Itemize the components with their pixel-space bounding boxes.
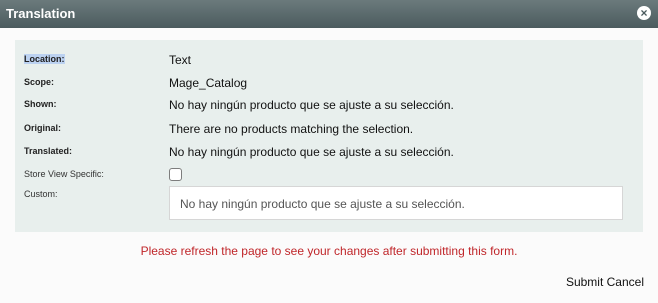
custom-label: Custom: [24,189,58,199]
refresh-notice: Please refresh the page to see your chan… [140,244,518,258]
location-value: Text [169,53,192,67]
dialog-actions: Submit Cancel [566,275,644,289]
translated-value: No hay ningún producto que se ajuste a s… [169,145,454,159]
shown-value: No hay ningún producto que se ajuste a s… [169,98,454,112]
scope-value: Mage_Catalog [169,76,248,90]
submit-button[interactable]: Submit [566,275,603,289]
translation-form: Location: Text Scope: Mage_Catalog Shown… [15,40,643,232]
translated-label: Translated: [24,146,73,156]
original-label: Original: [24,123,62,133]
location-label: Location: [24,54,65,64]
store-view-specific-checkbox[interactable] [169,168,182,181]
custom-translation-input[interactable]: No hay ningún producto que se ajuste a s… [169,186,623,220]
close-icon[interactable]: × [637,6,651,20]
scope-label: Scope: [24,77,55,87]
dialog-titlebar: Translation × [0,0,658,28]
store-view-specific-label: Store View Specific: [24,169,104,179]
shown-label: Shown: [24,99,57,109]
original-value: There are no products matching the selec… [169,122,414,136]
dialog-title: Translation [6,6,76,21]
cancel-button[interactable]: Cancel [607,275,644,289]
